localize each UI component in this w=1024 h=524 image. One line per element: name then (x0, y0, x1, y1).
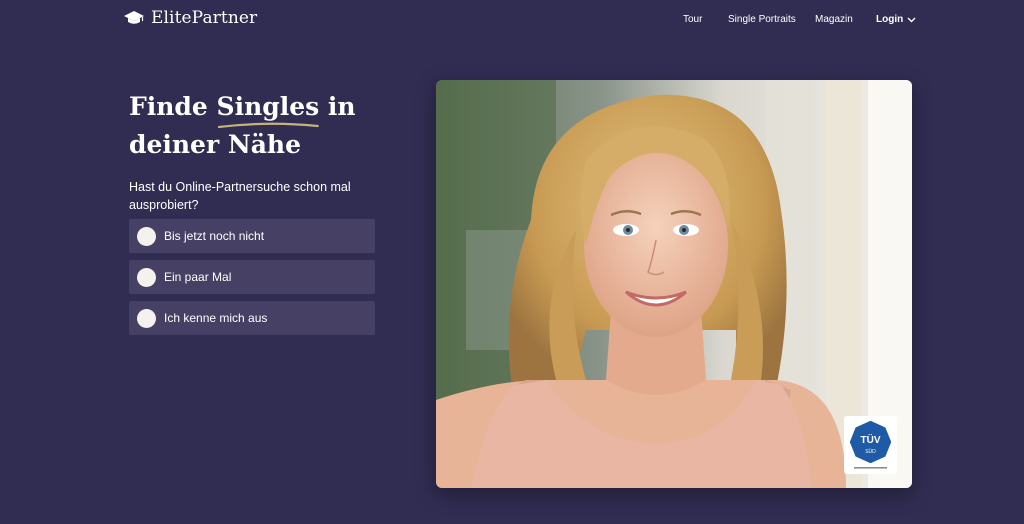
option-experienced[interactable]: Ich kenne mich aus (129, 301, 375, 335)
option-a-few-times[interactable]: Ein paar Mal (129, 260, 375, 294)
survey-question: Hast du Online-Partnersuche schon mal au… (129, 180, 351, 212)
radio-circle[interactable] (137, 308, 156, 328)
portrait-image (436, 80, 912, 488)
option-label: Bis jetzt noch nicht (164, 229, 265, 243)
answer-options: Bis jetzt noch nicht Ein paar Mal Ich ke… (129, 219, 375, 342)
badge-sub: SÜD (865, 448, 876, 455)
login-label: Login (876, 14, 904, 25)
top-nav: Tour Single Portraits Magazin Login (0, 14, 1024, 28)
headline-highlight-text: Singles (216, 92, 320, 121)
option-not-yet[interactable]: Bis jetzt noch nicht (129, 219, 375, 253)
login-button[interactable]: Login (876, 14, 916, 25)
headline-pre: Finde (129, 92, 217, 121)
nav-link-tour[interactable]: Tour (683, 14, 702, 25)
tuv-certification-badge[interactable]: TÜV SÜD (844, 416, 897, 474)
hero-photo (436, 80, 912, 488)
radio-circle[interactable] (137, 226, 156, 246)
nav-link-magazin[interactable]: Magazin (815, 14, 853, 25)
page-title: Finde Singles in deiner Nähe (129, 88, 419, 164)
chevron-down-icon (907, 17, 916, 22)
badge-title: TÜV (861, 433, 881, 446)
underline-swoosh-icon (217, 122, 319, 129)
radio-circle[interactable] (137, 267, 156, 287)
option-label: Ein paar Mal (164, 270, 232, 284)
nav-link-single-portraits[interactable]: Single Portraits (728, 14, 796, 25)
headline-highlight: Singles (216, 88, 320, 129)
option-label: Ich kenne mich aus (164, 311, 268, 325)
